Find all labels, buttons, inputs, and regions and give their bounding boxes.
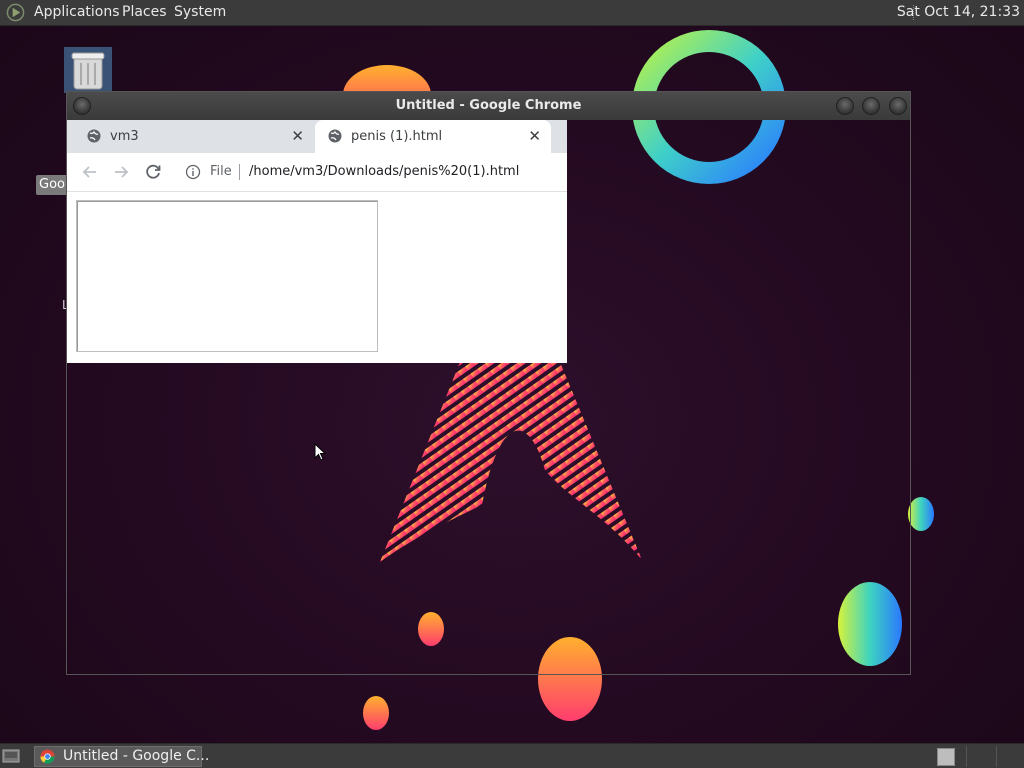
forward-arrow-icon[interactable]: [110, 161, 132, 183]
page-textarea-box[interactable]: [76, 200, 378, 352]
globe-icon: [328, 129, 342, 143]
workspace-switcher[interactable]: [937, 748, 955, 766]
window-titlebar[interactable]: Untitled - Google Chrome: [67, 92, 910, 120]
maximize-button[interactable]: [862, 97, 880, 115]
trash-icon[interactable]: [64, 47, 112, 93]
chrome-icon: [40, 749, 55, 764]
omnibox-url[interactable]: /home/vm3/Downloads/penis%20(1).html: [249, 153, 519, 191]
tab-vm3[interactable]: vm3 ✕: [67, 120, 314, 153]
menu-system[interactable]: System: [174, 0, 226, 25]
close-icon[interactable]: ✕: [528, 120, 541, 153]
bottom-panel: Untitled - Google C...: [0, 743, 1024, 768]
clock[interactable]: Sat Oct 14, 21:33: [897, 0, 1020, 25]
browser-toolbar: File /home/vm3/Downloads/penis%20(1).htm…: [67, 153, 567, 192]
omnibox-scheme-label: File: [210, 164, 232, 179]
reload-icon[interactable]: [142, 161, 164, 183]
back-arrow-icon[interactable]: [79, 161, 101, 183]
close-window-button[interactable]: [889, 97, 907, 115]
info-icon[interactable]: [185, 164, 201, 180]
desktop-icon-label-chrome[interactable]: Goo: [36, 175, 68, 195]
chrome-window: Untitled - Google Chrome vm3 ✕ penis (1)…: [66, 91, 911, 675]
menu-applications[interactable]: Applications: [34, 0, 120, 25]
tab-penis-html[interactable]: penis (1).html ✕: [315, 120, 551, 153]
menu-places[interactable]: Places: [122, 0, 167, 25]
tab-strip: vm3 ✕ penis (1).html ✕: [67, 120, 567, 153]
chrome-content: vm3 ✕ penis (1).html ✕ File /home/vm3/Do…: [67, 120, 567, 363]
taskbar-item-chrome[interactable]: Untitled - Google C...: [34, 746, 209, 767]
show-desktop-icon[interactable]: [2, 748, 20, 764]
panel-separator: [996, 746, 997, 767]
window-title: Untitled - Google Chrome: [395, 98, 582, 113]
mouse-cursor-icon: [314, 443, 326, 461]
panel-separator: [966, 746, 967, 767]
minimize-button[interactable]: [836, 97, 854, 115]
tab-title: vm3: [110, 129, 139, 144]
close-icon[interactable]: ✕: [291, 120, 304, 153]
window-menu-button[interactable]: [73, 97, 91, 115]
distro-logo-icon[interactable]: [6, 3, 25, 22]
top-panel: Applications Places System Sat Oct 14, 2…: [0, 0, 1024, 26]
globe-icon: [87, 129, 101, 143]
omnibox-divider: [239, 164, 240, 180]
tab-title: penis (1).html: [351, 129, 443, 144]
taskbar-item-label: Untitled - Google C...: [63, 748, 210, 764]
